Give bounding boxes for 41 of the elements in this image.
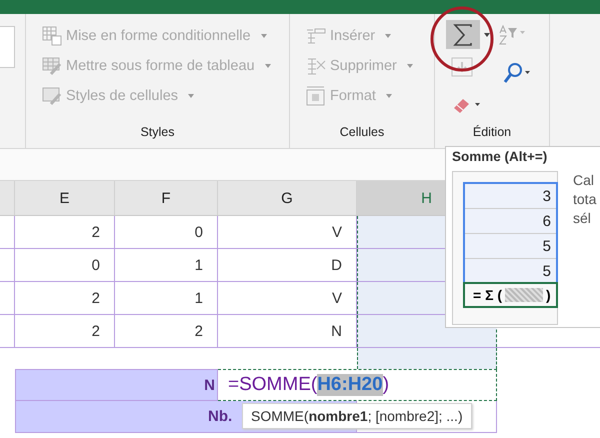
table-cell: 2 (15, 315, 115, 347)
tooltip-text: sél (573, 209, 592, 228)
autosum-button[interactable] (446, 20, 480, 49)
group-label: Édition (472, 124, 512, 141)
preview-drawing: 3 6 5 5 = Σ ( ) (452, 171, 558, 325)
caret-icon (386, 94, 392, 98)
function-hint: SOMME(nombre1; [nombre2]; ...) (242, 403, 472, 429)
caret-icon (385, 34, 392, 38)
group-label: Styles (139, 124, 176, 141)
format-cells-icon (306, 86, 326, 106)
cell-editor[interactable]: =SOMME(H6:H20) (218, 369, 497, 401)
column-header[interactable]: E (15, 181, 115, 215)
caret-icon (264, 64, 271, 68)
insert-cells-icon (306, 26, 326, 46)
group-label: Cellules (338, 124, 386, 141)
table-cell: 2 (115, 315, 218, 347)
column-header[interactable]: F (115, 181, 218, 215)
caret-icon (406, 64, 413, 68)
cell-brush-icon (42, 86, 62, 106)
tooltip-text: Cal (573, 171, 596, 190)
sigma-icon (453, 24, 473, 46)
tooltip-title: Somme (Alt+=) (451, 148, 548, 166)
delete-cells-icon (306, 56, 326, 76)
grid-icon (42, 26, 62, 46)
caret-icon[interactable] (484, 33, 490, 37)
table-cell: 0 (15, 249, 115, 281)
table-brush-icon (42, 56, 62, 76)
tooltip-text: tota (573, 190, 596, 209)
table-cell: 0 (115, 216, 218, 248)
caret-icon (188, 94, 194, 98)
table-cell: 2 (15, 282, 115, 314)
table-cell: 2 (15, 216, 115, 248)
table-cell: 1 (115, 249, 218, 281)
eraser-icon[interactable] (452, 96, 482, 114)
table-cell: 1 (115, 282, 218, 314)
table-header-cell: N (15, 369, 218, 401)
dropdown-field[interactable] (0, 26, 15, 68)
caret-icon (260, 34, 267, 38)
fill-down-icon[interactable] (451, 57, 473, 77)
highlight-circle (430, 6, 494, 72)
search-icon[interactable] (503, 62, 531, 84)
